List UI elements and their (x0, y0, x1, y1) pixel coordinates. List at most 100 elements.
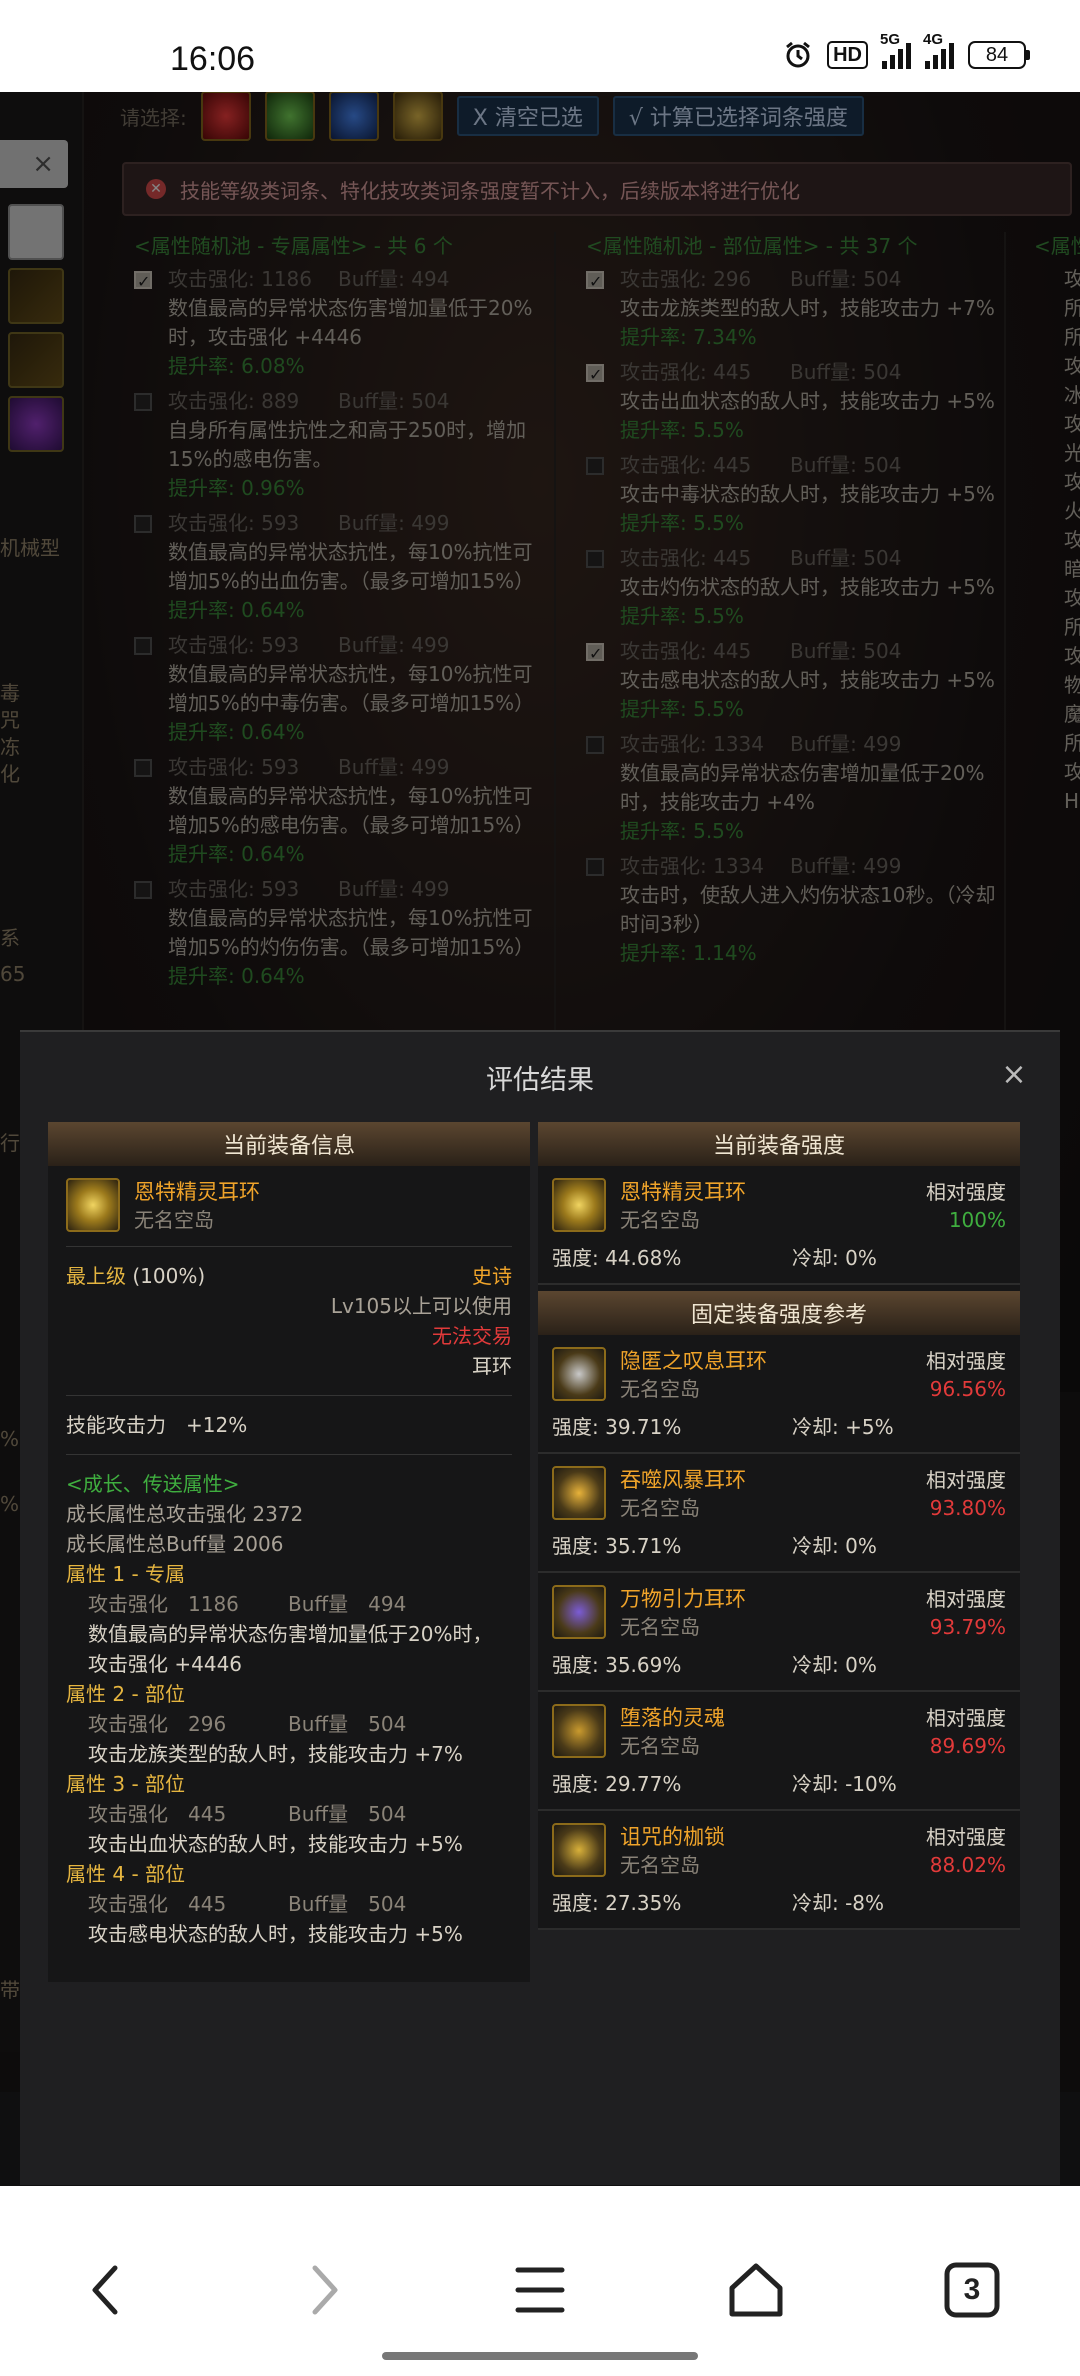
skill-attack-section: 技能攻击力 +12% (48, 1396, 530, 1454)
relative-strength-value: 96.56% (929, 1377, 1006, 1401)
equipment-set: 无名空岛 (620, 1377, 700, 1401)
strength-value: 强度: 27.35% (552, 1891, 682, 1915)
gesture-handle[interactable] (382, 2352, 698, 2360)
attribute-attack: 攻击强化 445 (88, 1892, 227, 1916)
cooldown-value: 冷却: -8% (792, 1891, 885, 1915)
tabs-button[interactable]: 3 (932, 2250, 1012, 2330)
attribute-buff: Buff量 504 (288, 1802, 407, 1826)
earring-icon (66, 1178, 120, 1232)
attribute-description: 攻击感电状态的敌人时，技能攻击力 +5% (88, 1922, 463, 1946)
browser-nav-bar: 3 (0, 2186, 1080, 2376)
menu-button[interactable] (500, 2250, 580, 2330)
equipment-name: 恩特精灵耳环 (134, 1180, 260, 1204)
close-icon[interactable]: × (996, 1056, 1032, 1092)
attribute-stats: 攻击强化 445 Buff量 504 (66, 1799, 512, 1829)
attribute-stats: 攻击强化 445 Buff量 504 (66, 1889, 512, 1919)
equipment-header: 恩特精灵耳环 无名空岛 (48, 1166, 530, 1246)
cooldown-value: 冷却: 0% (792, 1534, 877, 1558)
relative-strength-value: 88.02% (929, 1853, 1006, 1877)
attribute-stats: 攻击强化 1186 Buff量 494 (66, 1589, 512, 1619)
status-time: 16:06 (170, 40, 256, 78)
attribute-buff: Buff量 494 (288, 1592, 407, 1616)
battery-icon: 84 (968, 41, 1030, 69)
strength-value: 强度: 29.77% (552, 1772, 682, 1796)
level-requirement: Lv105以上可以使用 (330, 1294, 512, 1318)
current-equipment-info-panel: 当前装备信息 恩特精灵耳环 无名空岛 最上级 (100%) 史诗 Lv105以上… (48, 1122, 530, 1982)
grade-label: 最上级 (66, 1264, 126, 1288)
attribute-description: 攻击出血状态的敌人时，技能攻击力 +5% (88, 1832, 463, 1856)
cooldown-value: 冷却: -10% (792, 1772, 897, 1796)
trade-status: 无法交易 (432, 1324, 512, 1348)
evaluation-modal: 评估结果 × 当前装备信息 恩特精灵耳环 无名空岛 最上级 (100%) 史诗 … (20, 1030, 1060, 2185)
panel-header: 当前装备信息 (48, 1122, 530, 1166)
reference-equipment-card[interactable]: 诅咒的枷锁 无名空岛 相对强度 88.02% 强度: 27.35% 冷却: -8% (538, 1811, 1020, 1930)
battery-level: 84 (968, 41, 1026, 69)
panel-header: 当前装备强度 (538, 1122, 1020, 1166)
alarm-icon (783, 40, 813, 70)
home-button[interactable] (716, 2250, 796, 2330)
equipment-icon (552, 1585, 606, 1639)
equipment-icon (552, 1466, 606, 1520)
equipment-set: 无名空岛 (134, 1208, 214, 1232)
relative-strength-value: 93.79% (929, 1615, 1006, 1639)
attribute-title: 属性 4 - 部位 (66, 1862, 186, 1886)
attribute-attack: 攻击强化 296 (88, 1712, 227, 1736)
attribute-attack: 攻击强化 445 (88, 1802, 227, 1826)
cooldown-value: 冷却: +5% (792, 1415, 894, 1439)
relative-strength-label: 相对强度 (926, 1825, 1006, 1849)
attribute-attack: 攻击强化 1186 (88, 1592, 239, 1616)
strength-value: 强度: 35.69% (552, 1653, 682, 1677)
grade-line: 最上级 (100%) (66, 1261, 205, 1291)
growth-section: <成长、传送属性> 成长属性总攻击强化 2372 成长属性总Buff量 2006… (48, 1455, 530, 1963)
growth-buff: 成长属性总Buff量 2006 (66, 1532, 284, 1556)
relative-strength-label: 相对强度 (926, 1587, 1006, 1611)
forward-button[interactable] (284, 2250, 364, 2330)
equipment-name: 隐匿之叹息耳环 (620, 1349, 767, 1373)
relative-strength-value: 89.69% (929, 1734, 1006, 1758)
attribute-title: 属性 2 - 部位 (66, 1682, 186, 1706)
attribute-block: 属性 3 - 部位 攻击强化 445 Buff量 504 攻击出血状态的敌人时，技能攻… (66, 1769, 512, 1859)
equipment-name: 恩特精灵耳环 (620, 1180, 746, 1204)
back-icon (92, 2265, 118, 2315)
relative-strength-value: 93.80% (929, 1496, 1006, 1520)
attribute-block: 属性 2 - 部位 攻击强化 296 Buff量 504 攻击龙族类型的敌人时，技能攻… (66, 1679, 512, 1769)
attribute-block: 属性 4 - 部位攻击强化 445 Buff量 504 攻击感电状态的敌人时，技能攻… (66, 1859, 512, 1949)
relative-strength-label: 相对强度 (926, 1706, 1006, 1730)
strength-value: 强度: 39.71% (552, 1415, 682, 1439)
signal-4g-label: 4G (923, 31, 944, 48)
cooldown-value: 冷却: 0% (792, 1653, 877, 1677)
equipment-set: 无名空岛 (620, 1496, 700, 1520)
equipment-name: 堕落的灵魂 (620, 1706, 725, 1730)
skill-attack: 技能攻击力 +12% (66, 1413, 248, 1437)
equipment-icon (552, 1823, 606, 1877)
earring-icon (552, 1178, 606, 1232)
relative-strength-label: 相对强度 (926, 1468, 1006, 1492)
relative-strength-value: 100% (948, 1208, 1006, 1232)
signal-5g-icon: 5G (880, 31, 911, 69)
hd-icon: HD (827, 41, 868, 69)
attribute-title: 属性 1 - 专属 (66, 1562, 186, 1586)
equipment-strength-panel: 当前装备强度 恩特精灵耳环 无名空岛 相对强度 100% 强度: 44.68% … (538, 1122, 1020, 1930)
reference-equipment-card[interactable]: 万物引力耳环 无名空岛 相对强度 93.79% 强度: 35.69% 冷却: 0% (538, 1573, 1020, 1692)
signal-5g-label: 5G (880, 31, 901, 48)
attribute-buff: Buff量 504 (288, 1892, 407, 1916)
reference-equipment-card[interactable]: 隐匿之叹息耳环 无名空岛 相对强度 96.56% 强度: 39.71% 冷却: +5% (538, 1335, 1020, 1454)
current-strength-card: 恩特精灵耳环 无名空岛 相对强度 100% 强度: 44.68% 冷却: 0% (538, 1166, 1020, 1285)
attribute-stats: 攻击强化 296 Buff量 504 (66, 1709, 512, 1739)
equipment-set: 无名空岛 (620, 1734, 700, 1758)
reference-equipment-card[interactable]: 堕落的灵魂无名空岛 相对强度 89.69% 强度: 29.77% 冷却: -10% (538, 1692, 1020, 1811)
reference-equipment-card[interactable]: 吞噬风暴耳环 无名空岛 相对强度 93.80% 强度: 35.71% 冷却: 0% (538, 1454, 1020, 1573)
attribute-description: 数值最高的异常状态伤害增加量低于20%时，攻击强化 +4446 (88, 1622, 493, 1676)
growth-attack: 成长属性总攻击强化 2372 (66, 1502, 304, 1526)
home-icon (729, 2263, 783, 2317)
equipment-icon (552, 1347, 606, 1401)
menu-icon (515, 2267, 565, 2313)
equipment-set: 无名空岛 (620, 1615, 700, 1639)
cooldown-value: 冷却: 0% (792, 1246, 877, 1270)
modal-title: 评估结果 (486, 1065, 594, 1096)
status-icons: HD 5G 4G 84 (783, 31, 1030, 70)
forward-icon (312, 2265, 338, 2315)
back-button[interactable] (66, 2250, 146, 2330)
relative-strength-label: 相对强度 (926, 1180, 1006, 1204)
status-bar: 16:06 HD 5G 4G 84 (0, 0, 1080, 92)
